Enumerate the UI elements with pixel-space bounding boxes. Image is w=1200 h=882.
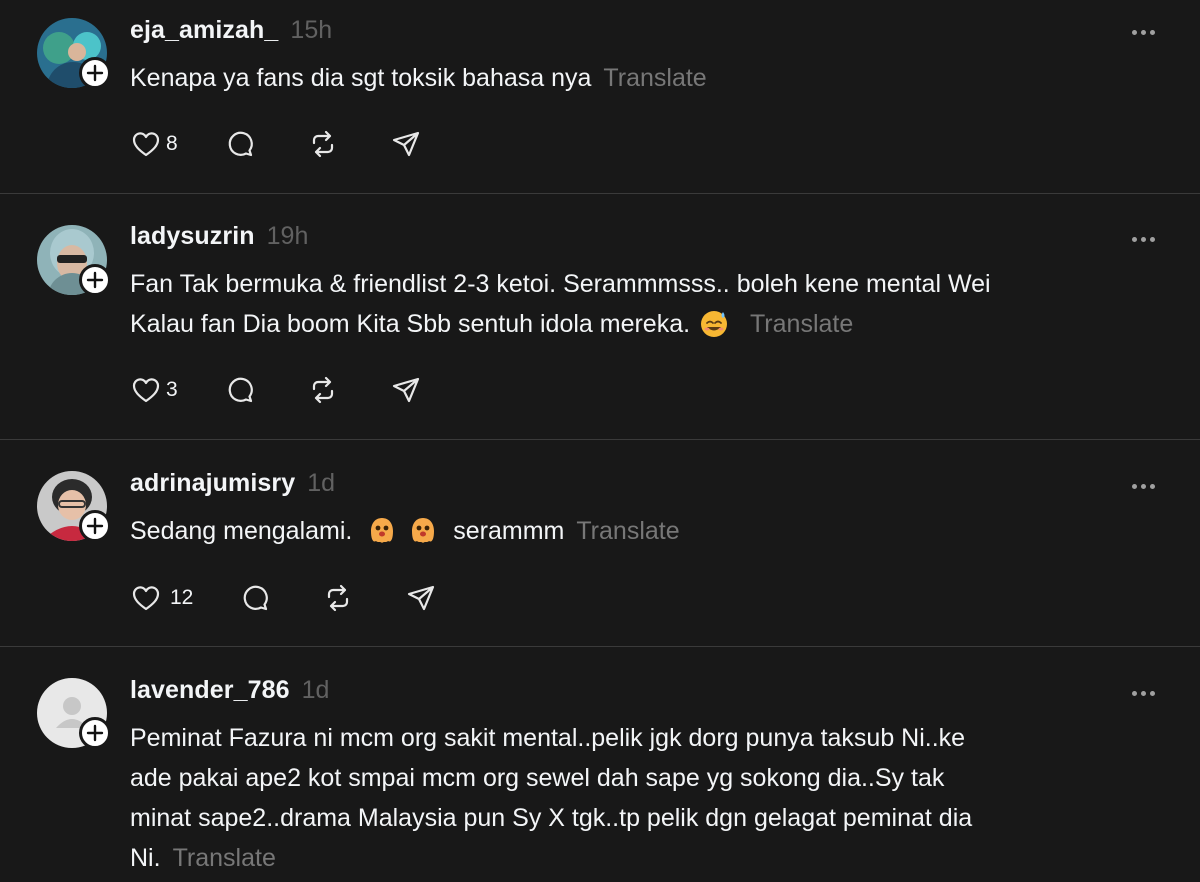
post-text: Kenapa ya fans dia sgt toksik bahasa nya… [130, 58, 1140, 98]
post-text: Sedang mengalami. serammm Translate [130, 511, 1140, 551]
more-icon[interactable] [1132, 234, 1160, 244]
post-text-line-with-translate: Ni. Translate [130, 838, 1140, 878]
post-header: lavender_786 1d [130, 676, 329, 710]
reply-button[interactable] [224, 126, 256, 162]
follow-button[interactable] [79, 264, 111, 296]
like-button[interactable]: 3 [130, 372, 178, 408]
repost-button[interactable] [322, 580, 354, 616]
post-text: Peminat Fazura ni mcm org sakit mental..… [130, 718, 1140, 878]
username[interactable]: eja_amizah_ [130, 16, 278, 45]
follow-plus-icon [86, 724, 104, 742]
post-text-line: minat sape2..drama Malaysia pun Sy X tgk… [130, 804, 973, 832]
reply-icon [228, 377, 253, 403]
repost-button[interactable] [307, 372, 339, 408]
timestamp[interactable]: 19h [267, 222, 309, 251]
divider [0, 439, 1200, 440]
divider [0, 646, 1200, 647]
post-text-line: Peminat Fazura ni mcm org sakit mental..… [130, 724, 966, 752]
post-text-line: ade pakai ape2 kot smpai mcm org sewel d… [130, 764, 945, 792]
follow-plus-icon [86, 271, 104, 289]
action-bar: 8 [130, 126, 422, 162]
heart-icon [132, 586, 160, 611]
post-text: Fan Tak bermuka & friendlist 2-3 ketoi. … [130, 264, 1140, 344]
username[interactable]: lavender_786 [130, 676, 290, 705]
share-button[interactable] [405, 580, 437, 616]
share-icon [392, 377, 419, 403]
more-icon[interactable] [1132, 481, 1160, 491]
share-button[interactable] [390, 126, 422, 162]
username[interactable]: ladysuzrin [130, 222, 255, 251]
repost-button[interactable] [307, 126, 339, 162]
heart-icon [132, 132, 160, 157]
like-count: 8 [166, 132, 178, 155]
timestamp[interactable]: 15h [290, 16, 332, 45]
follow-button[interactable] [79, 510, 111, 542]
repost-icon [312, 130, 333, 158]
post-header: adrinajumisry 1d [130, 469, 335, 503]
action-bar: 12 [130, 580, 437, 616]
repost-icon [312, 376, 333, 404]
follow-button[interactable] [79, 717, 111, 749]
translate-link[interactable]: Translate [576, 517, 679, 545]
post-header: ladysuzrin 19h [130, 222, 308, 256]
reply-button[interactable] [239, 580, 271, 616]
reply-icon [228, 131, 253, 157]
post-text-line: Kalau fan Dia boom Kita Sbb sentuh idola… [130, 310, 691, 338]
reply-icon [244, 585, 269, 611]
more-icon[interactable] [1132, 688, 1160, 698]
username[interactable]: adrinajumisry [130, 469, 295, 498]
post-text-line-with-translate: Kalau fan Dia boom Kita Sbb sentuh idola… [130, 304, 1140, 344]
follow-plus-icon [86, 64, 104, 82]
post-text-content: serammm [453, 517, 565, 545]
post-text-content: Sedang mengalami. [130, 517, 353, 545]
post-text-content: Kenapa ya fans dia sgt toksik bahasa nya [130, 64, 592, 92]
like-count: 12 [170, 586, 194, 609]
like-button[interactable]: 8 [130, 126, 178, 162]
translate-link[interactable]: Translate [603, 64, 706, 92]
share-icon [408, 585, 435, 611]
cookie-monster-ghost-emoji [371, 518, 394, 543]
translate-link[interactable]: Translate [173, 844, 276, 872]
timestamp[interactable]: 1d [307, 469, 335, 498]
more-icon[interactable] [1132, 27, 1160, 37]
like-count: 3 [166, 378, 178, 401]
like-button[interactable]: 12 [130, 580, 193, 616]
divider [0, 193, 1200, 194]
share-icon [392, 131, 419, 157]
cookie-monster-ghost-emoji [412, 518, 435, 543]
action-bar: 3 [130, 372, 422, 408]
heart-icon [132, 378, 160, 403]
smiling-face-with-sweat-emoji [701, 311, 728, 337]
share-button[interactable] [390, 372, 422, 408]
repost-icon [328, 584, 349, 612]
post-text-line: Fan Tak bermuka & friendlist 2-3 ketoi. … [130, 270, 991, 298]
post-text-line: Ni. [130, 844, 161, 872]
reply-button[interactable] [224, 372, 256, 408]
translate-link[interactable]: Translate [750, 310, 853, 338]
timestamp[interactable]: 1d [302, 676, 330, 705]
follow-plus-icon [86, 517, 104, 535]
post-header: eja_amizah_ 15h [130, 16, 332, 50]
follow-button[interactable] [79, 57, 111, 89]
